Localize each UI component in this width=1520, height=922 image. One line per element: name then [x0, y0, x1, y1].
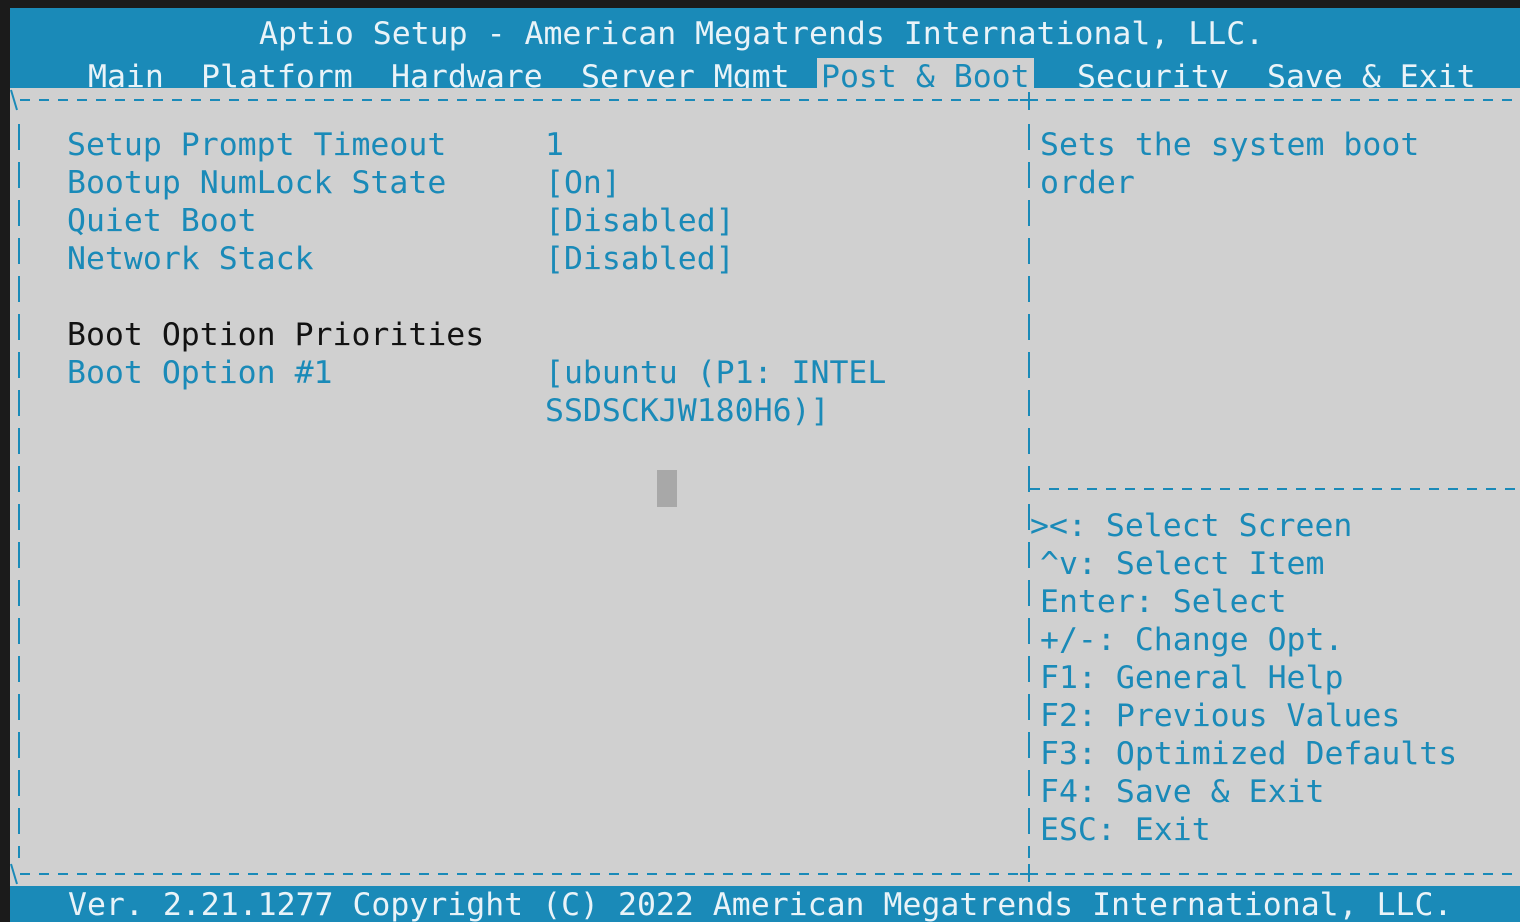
setting-label-network-stack[interactable]: Network Stack [67, 240, 314, 278]
key-help-f3: F3: Optimized Defaults [1040, 736, 1458, 772]
setting-value-quiet-boot[interactable]: [Disabled] [545, 202, 735, 240]
boot-option-1-value[interactable]: [ubuntu (P1: INTEL [545, 354, 886, 392]
setting-label-bootup-numlock[interactable]: Bootup NumLock State [67, 164, 446, 202]
setting-value-bootup-numlock[interactable]: [On] [545, 164, 621, 202]
key-help-change-opt: +/-: Change Opt. [1040, 622, 1344, 658]
help-text-line2: order [1040, 165, 1135, 201]
setting-label-quiet-boot[interactable]: Quiet Boot [67, 202, 257, 240]
key-help-enter: Enter: Select [1040, 584, 1287, 620]
version-copyright: Ver. 2.21.1277 Copyright (C) 2022 Americ… [68, 887, 1453, 922]
setting-value-setup-prompt-timeout[interactable]: 1 [545, 126, 564, 164]
boot-option-1-value-cont[interactable]: SSDSCKJW180H6)] [545, 392, 829, 430]
section-heading-boot-priorities: Boot Option Priorities [67, 317, 485, 353]
text-cursor [657, 470, 677, 507]
key-help-f1: F1: General Help [1040, 660, 1344, 696]
key-help-select-screen: ><: Select Screen [1030, 508, 1353, 544]
key-help-f2: F2: Previous Values [1040, 698, 1401, 734]
key-help-esc: ESC: Exit [1040, 812, 1211, 848]
app-title: Aptio Setup - American Megatrends Intern… [259, 16, 1265, 52]
title-bar: Aptio Setup - American Megatrends Intern… [10, 8, 1520, 96]
key-help-select-item: ^v: Select Item [1040, 546, 1325, 582]
setup-screen: Setup Prompt Timeout 1 Bootup NumLock St… [10, 88, 1520, 886]
boot-option-1-label[interactable]: Boot Option #1 [67, 354, 333, 392]
setting-value-network-stack[interactable]: [Disabled] [545, 240, 735, 278]
setting-label-setup-prompt-timeout[interactable]: Setup Prompt Timeout [67, 126, 446, 164]
key-help-f4: F4: Save & Exit [1040, 774, 1325, 810]
footer-bar: Ver. 2.21.1277 Copyright (C) 2022 Americ… [10, 886, 1520, 922]
help-text-line1: Sets the system boot [1040, 127, 1420, 163]
